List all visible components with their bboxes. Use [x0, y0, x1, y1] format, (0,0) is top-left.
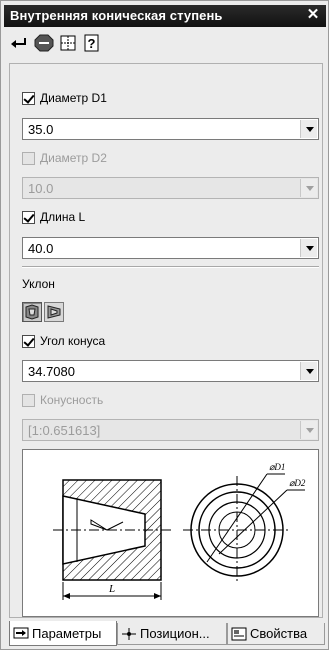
diameter-d2-value: 10.0 [28, 181, 54, 196]
chevron-down-icon[interactable] [300, 362, 317, 380]
tab-properties[interactable]: Свойства [227, 623, 325, 645]
cone-angle-checkbox[interactable] [22, 334, 35, 348]
cone-angle-row[interactable]: Угол конуса [22, 331, 105, 351]
parameters-icon [13, 626, 29, 640]
front-view: ⌀D1 ⌀D2 [183, 462, 306, 584]
conicity-row: Конусность [22, 390, 103, 410]
diameter-d2-field: 10.0 [22, 177, 319, 199]
sketch-l-label: L [108, 583, 115, 595]
properties-panel: Внутренняя коническая ступень ✕ ? Диамет… [0, 0, 329, 650]
chevron-down-icon [300, 421, 317, 439]
diameter-d2-label: Диаметр D2 [40, 151, 107, 165]
length-l-label: Длина L [40, 210, 86, 224]
svg-text:?: ? [88, 36, 96, 51]
diameter-d1-field[interactable]: 35.0 [22, 118, 319, 140]
tab-properties-label: Свойства [250, 626, 308, 641]
grid-icon[interactable] [58, 34, 78, 52]
help-icon[interactable]: ? [82, 34, 102, 52]
sketch-d2-label: ⌀D2 [289, 478, 306, 488]
properties-icon [231, 627, 247, 641]
cone-outward-icon [25, 304, 39, 320]
slope-inward-button[interactable] [44, 302, 64, 322]
diameter-d1-value: 35.0 [28, 122, 54, 137]
conicity-value: [1:0.651613] [28, 423, 101, 438]
divider [22, 266, 319, 268]
tab-parameters-label: Параметры [32, 625, 102, 641]
diameter-d1-label: Диаметр D1 [40, 91, 107, 105]
chevron-down-icon[interactable] [300, 239, 317, 257]
sketch-d1-label: ⌀D1 [269, 462, 285, 472]
title-bar[interactable]: Внутренняя коническая ступень ✕ [4, 5, 326, 27]
conicity-label: Конусность [40, 393, 104, 407]
diameter-d1-checkbox[interactable] [22, 91, 35, 105]
panel-title: Внутренняя коническая ступень [10, 8, 223, 23]
cone-inward-icon [47, 305, 61, 319]
cone-angle-label: Угол конуса [40, 334, 106, 348]
diameter-d2-checkbox [22, 151, 35, 165]
positioning-icon [121, 627, 137, 641]
slope-outward-button[interactable] [22, 302, 42, 322]
stop-icon[interactable] [34, 34, 54, 52]
close-icon[interactable]: ✕ [304, 6, 322, 24]
length-l-field[interactable]: 40.0 [22, 237, 319, 259]
conicity-checkbox [22, 393, 35, 407]
tab-positioning-label: Позицион... [140, 626, 210, 641]
toolbar: ? [4, 29, 326, 57]
chevron-down-icon[interactable] [300, 120, 317, 138]
chevron-down-icon [300, 179, 317, 197]
side-view: L [53, 479, 171, 600]
cone-sketch: L ⌀D1 ⌀D2 [22, 449, 319, 617]
diameter-d1-row[interactable]: Диаметр D1 [22, 88, 107, 108]
slope-row: Уклон [22, 274, 55, 294]
tab-bar: Параметры Позицион... Свойства [9, 621, 325, 647]
diameter-d2-row: Диаметр D2 [22, 148, 107, 168]
length-l-checkbox[interactable] [22, 210, 35, 224]
tab-positioning[interactable]: Позицион... [117, 623, 227, 645]
length-l-value: 40.0 [28, 241, 54, 256]
length-l-row[interactable]: Длина L [22, 207, 85, 227]
cone-angle-field[interactable]: 34.7080 [22, 360, 319, 382]
tab-parameters[interactable]: Параметры [9, 621, 117, 646]
slope-label: Уклон [22, 277, 55, 291]
parameters-content: Диаметр D1 35.0 Диаметр D2 10.0 Длина L … [9, 63, 323, 618]
enter-icon[interactable] [10, 34, 30, 52]
cone-angle-value: 34.7080 [28, 364, 75, 379]
conicity-field: [1:0.651613] [22, 419, 319, 441]
